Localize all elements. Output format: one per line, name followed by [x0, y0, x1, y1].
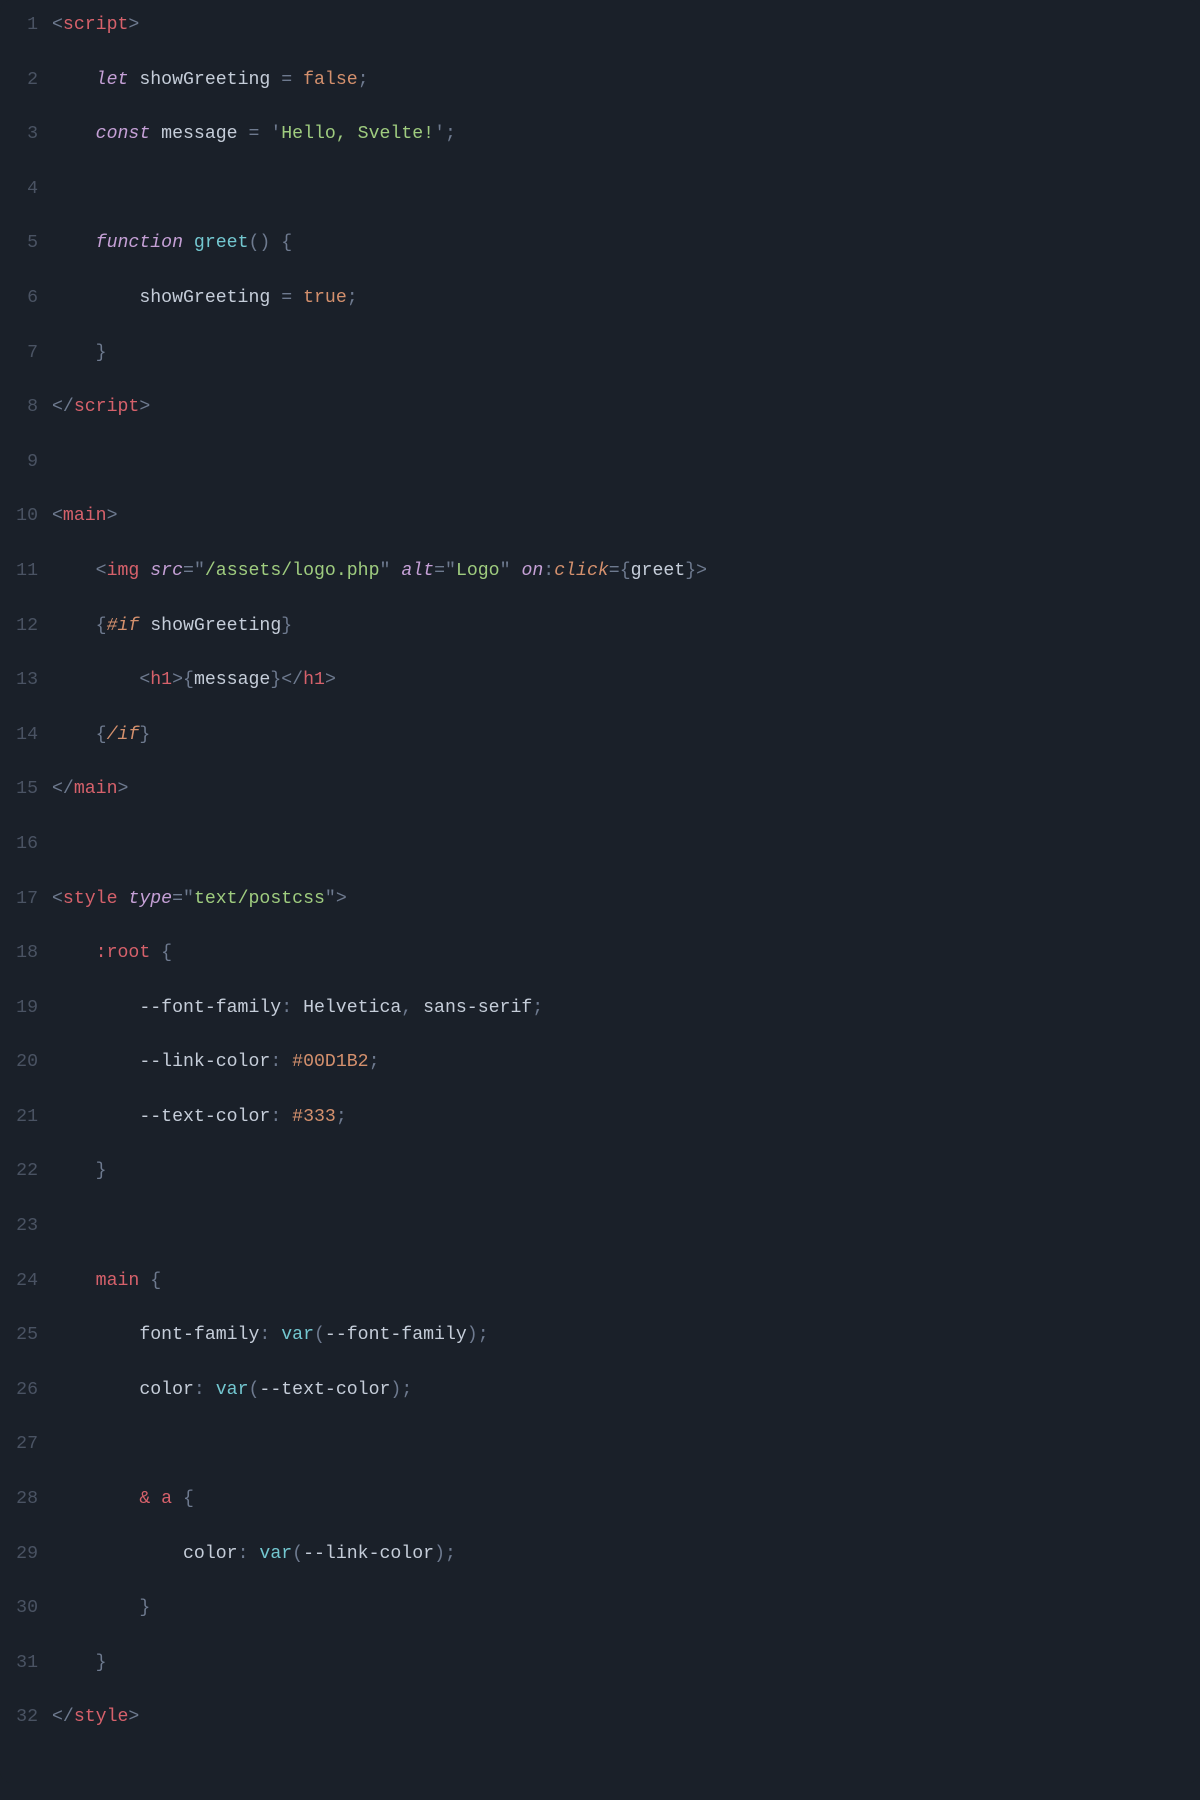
code-line[interactable]: 18 :root {	[0, 944, 1200, 999]
code-line[interactable]: 25 font-family: var(--font-family);	[0, 1326, 1200, 1381]
code-line[interactable]: 1<script>	[0, 16, 1200, 71]
code-content[interactable]: --font-family: Helvetica, sans-serif;	[52, 999, 1200, 1017]
code-content[interactable]: let showGreeting = false;	[52, 71, 1200, 89]
code-line[interactable]: 13 <h1>{message}</h1>	[0, 671, 1200, 726]
code-content[interactable]: </main>	[52, 780, 1200, 798]
code-line[interactable]: 8</script>	[0, 398, 1200, 453]
code-line[interactable]: 16	[0, 835, 1200, 890]
code-line[interactable]: 22 }	[0, 1162, 1200, 1217]
code-line[interactable]: 5 function greet() {	[0, 234, 1200, 289]
line-number: 19	[0, 999, 52, 1017]
line-number: 3	[0, 125, 52, 143]
code-content[interactable]: :root {	[52, 944, 1200, 962]
code-content[interactable]: {/if}	[52, 726, 1200, 744]
code-content[interactable]: showGreeting = true;	[52, 289, 1200, 307]
code-content[interactable]: {#if showGreeting}	[52, 617, 1200, 635]
code-line[interactable]: 27	[0, 1435, 1200, 1490]
line-number: 10	[0, 507, 52, 525]
line-number: 5	[0, 234, 52, 252]
line-number: 20	[0, 1053, 52, 1071]
line-number: 29	[0, 1545, 52, 1563]
line-number: 25	[0, 1326, 52, 1344]
code-line[interactable]: 26 color: var(--text-color);	[0, 1381, 1200, 1436]
code-content[interactable]: }	[52, 344, 1200, 362]
code-line[interactable]: 14 {/if}	[0, 726, 1200, 781]
code-content[interactable]: }	[52, 1599, 1200, 1617]
line-number: 16	[0, 835, 52, 853]
code-line[interactable]: 28 & a {	[0, 1490, 1200, 1545]
code-line[interactable]: 10<main>	[0, 507, 1200, 562]
code-line[interactable]: 7 }	[0, 344, 1200, 399]
code-content[interactable]: color: var(--link-color);	[52, 1545, 1200, 1563]
code-content[interactable]: </style>	[52, 1708, 1200, 1726]
code-line[interactable]: 31 }	[0, 1654, 1200, 1709]
code-content[interactable]: & a {	[52, 1490, 1200, 1508]
code-content[interactable]: --link-color: #00D1B2;	[52, 1053, 1200, 1071]
line-number: 28	[0, 1490, 52, 1508]
code-content[interactable]: color: var(--text-color);	[52, 1381, 1200, 1399]
line-number: 9	[0, 453, 52, 471]
line-number: 6	[0, 289, 52, 307]
code-line[interactable]: 4	[0, 180, 1200, 235]
code-line[interactable]: 6 showGreeting = true;	[0, 289, 1200, 344]
line-number: 27	[0, 1435, 52, 1453]
line-number: 26	[0, 1381, 52, 1399]
code-content[interactable]: </script>	[52, 398, 1200, 416]
code-line[interactable]: 21 --text-color: #333;	[0, 1108, 1200, 1163]
line-number: 15	[0, 780, 52, 798]
code-line[interactable]: 30 }	[0, 1599, 1200, 1654]
code-line[interactable]: 17<style type="text/postcss">	[0, 890, 1200, 945]
line-number: 32	[0, 1708, 52, 1726]
code-editor[interactable]: 1<script>2 let showGreeting = false;3 co…	[0, 0, 1200, 1783]
line-number: 17	[0, 890, 52, 908]
line-number: 21	[0, 1108, 52, 1126]
code-line[interactable]: 11 <img src="/assets/logo.php" alt="Logo…	[0, 562, 1200, 617]
code-content[interactable]: function greet() {	[52, 234, 1200, 252]
code-content[interactable]: <img src="/assets/logo.php" alt="Logo" o…	[52, 562, 1200, 580]
line-number: 31	[0, 1654, 52, 1672]
code-content[interactable]: main {	[52, 1272, 1200, 1290]
code-line[interactable]: 29 color: var(--link-color);	[0, 1545, 1200, 1600]
line-number: 7	[0, 344, 52, 362]
line-number: 4	[0, 180, 52, 198]
line-number: 13	[0, 671, 52, 689]
line-number: 30	[0, 1599, 52, 1617]
line-number: 14	[0, 726, 52, 744]
code-content[interactable]: <h1>{message}</h1>	[52, 671, 1200, 689]
code-content[interactable]: --text-color: #333;	[52, 1108, 1200, 1126]
code-line[interactable]: 2 let showGreeting = false;	[0, 71, 1200, 126]
code-content[interactable]: <script>	[52, 16, 1200, 34]
code-line[interactable]: 20 --link-color: #00D1B2;	[0, 1053, 1200, 1108]
code-line[interactable]: 3 const message = 'Hello, Svelte!';	[0, 125, 1200, 180]
code-content[interactable]: }	[52, 1654, 1200, 1672]
line-number: 12	[0, 617, 52, 635]
code-line[interactable]: 19 --font-family: Helvetica, sans-serif;	[0, 999, 1200, 1054]
line-number: 18	[0, 944, 52, 962]
code-content[interactable]: <style type="text/postcss">	[52, 890, 1200, 908]
line-number: 24	[0, 1272, 52, 1290]
code-content[interactable]: const message = 'Hello, Svelte!';	[52, 125, 1200, 143]
code-content[interactable]: <main>	[52, 507, 1200, 525]
code-line[interactable]: 24 main {	[0, 1272, 1200, 1327]
line-number: 11	[0, 562, 52, 580]
code-line[interactable]: 23	[0, 1217, 1200, 1272]
code-content[interactable]: font-family: var(--font-family);	[52, 1326, 1200, 1344]
code-content[interactable]: }	[52, 1162, 1200, 1180]
code-line[interactable]: 12 {#if showGreeting}	[0, 617, 1200, 672]
line-number: 2	[0, 71, 52, 89]
line-number: 8	[0, 398, 52, 416]
code-line[interactable]: 15</main>	[0, 780, 1200, 835]
line-number: 22	[0, 1162, 52, 1180]
code-line[interactable]: 9	[0, 453, 1200, 508]
line-number: 23	[0, 1217, 52, 1235]
code-line[interactable]: 32</style>	[0, 1708, 1200, 1763]
line-number: 1	[0, 16, 52, 34]
